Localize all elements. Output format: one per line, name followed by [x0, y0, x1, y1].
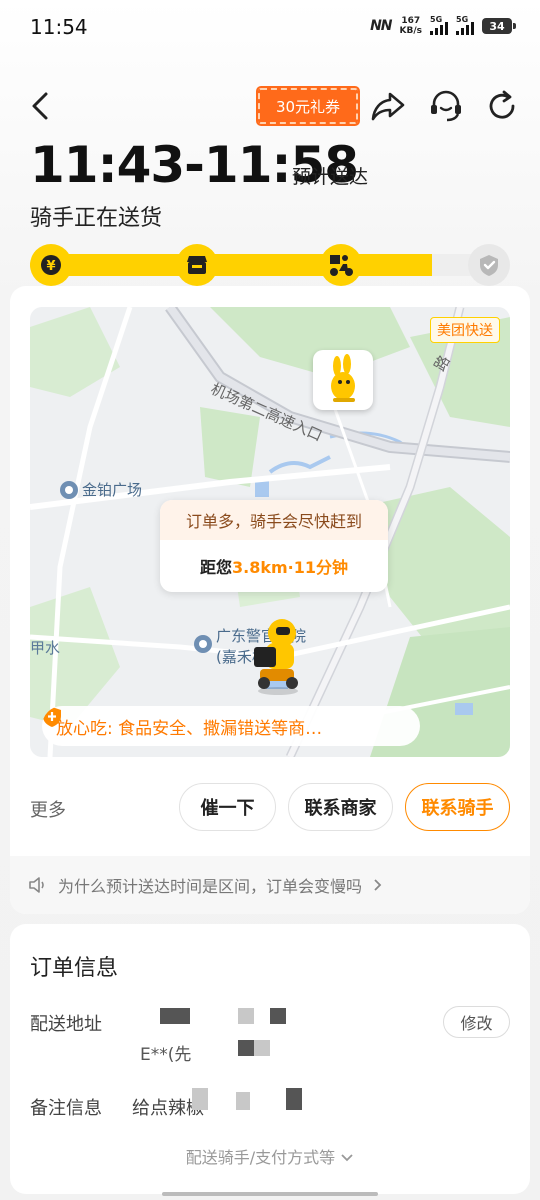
delivery-map[interactable]: 美团快送 机场第二高速入口 路 金铂广场 广东警官学院 (嘉禾校区) 甲水 订单…: [30, 307, 510, 757]
battery-icon: 34: [482, 18, 516, 34]
poi-jinbo[interactable]: 金铂广场: [60, 479, 142, 500]
rider-marker-icon[interactable]: [248, 613, 308, 695]
distance-info: 距您 3.8km·11分钟: [160, 540, 388, 592]
chevron-down-icon: [341, 1154, 353, 1162]
eta-label: 预计送达: [292, 166, 369, 188]
faq-banner[interactable]: 为什么预计送达时间是区间，订单会变慢吗: [10, 856, 530, 914]
coupon-button[interactable]: 30元礼券: [256, 86, 360, 126]
chevron-right-icon: [374, 879, 382, 891]
masked-address-block: [238, 1008, 254, 1024]
address-fragment: E**(先: [140, 1045, 192, 1065]
sim2-label: 5G: [456, 15, 469, 24]
rider-tip-bubble: 订单多，骑手会尽快赶到 距您 3.8km·11分钟: [160, 500, 388, 592]
delivered-icon: [468, 244, 510, 286]
signal-icon-2: 5G: [456, 15, 474, 35]
distance-prefix: 距您: [199, 558, 232, 577]
network-speed-value: 167: [401, 16, 421, 26]
home-indicator[interactable]: [162, 1192, 378, 1196]
network-speed-unit: KB/s: [399, 26, 422, 36]
masked-address-block: [254, 1040, 270, 1056]
masked-note-block: [236, 1092, 250, 1110]
share-icon[interactable]: [370, 88, 406, 124]
contact-rider-button[interactable]: 联系骑手: [405, 783, 510, 831]
masked-address-block: [160, 1008, 190, 1024]
progress-track: [30, 254, 508, 276]
urge-button[interactable]: 催一下: [179, 783, 276, 831]
place-label: 甲水: [30, 639, 61, 657]
poi-label: 金铂广场: [82, 481, 143, 499]
paid-icon: ¥: [30, 244, 72, 286]
expand-more-details[interactable]: 配送骑手/支付方式等: [0, 1144, 540, 1168]
shield-icon: [43, 707, 61, 727]
svg-text:¥: ¥: [46, 259, 55, 274]
safety-text: 放心吃: 食品安全、撒漏错送等商…: [56, 718, 323, 739]
signal-icon: 5G: [430, 15, 448, 35]
edit-address-button[interactable]: 修改: [443, 1006, 510, 1038]
kangaroo-icon: [331, 354, 355, 402]
expand-label: 配送骑手/支付方式等: [185, 1148, 336, 1167]
back-icon[interactable]: [26, 88, 56, 124]
masked-note-block: [286, 1088, 302, 1110]
map-brand-badge: 美团快送: [430, 317, 500, 343]
customer-service-icon[interactable]: [428, 88, 464, 124]
food-safety-banner[interactable]: 放心吃: 食品安全、撒漏错送等商…: [42, 706, 420, 746]
merchant-marker[interactable]: [313, 350, 373, 410]
masked-address-block: [270, 1008, 286, 1024]
faq-text: 为什么预计送达时间是区间，订单会变慢吗: [58, 877, 363, 896]
network-speed: 167 KB/s: [400, 16, 422, 36]
nfc-icon: 𝙉𝙉: [370, 18, 392, 34]
contact-merchant-button[interactable]: 联系商家: [288, 783, 393, 831]
status-bar: 11:54 𝙉𝙉 167 KB/s 5G 5G 34: [0, 0, 540, 56]
more-link[interactable]: 更多: [30, 796, 66, 822]
note-label: 备注信息: [30, 1098, 102, 1119]
masked-address-block: [238, 1040, 254, 1056]
location-pin-icon: [60, 480, 78, 499]
sim1-label: 5G: [430, 15, 443, 24]
delivery-status: 骑手正在送货: [30, 206, 163, 231]
order-info-title: 订单信息: [30, 956, 119, 981]
tip-message: 订单多，骑手会尽快赶到: [160, 500, 388, 540]
distance-value: 3.8km·11分钟: [232, 558, 349, 577]
status-time: 11:54: [30, 15, 88, 39]
school-pin-icon: [194, 635, 212, 653]
progress-fill: [30, 254, 432, 276]
rider-icon: [320, 244, 362, 286]
refresh-icon[interactable]: [484, 88, 520, 124]
merchant-icon: [176, 244, 218, 286]
speaker-icon: [29, 877, 44, 893]
address-label: 配送地址: [30, 1014, 102, 1035]
status-icons: 𝙉𝙉 167 KB/s 5G 5G 34: [370, 15, 516, 36]
masked-note-block: [192, 1088, 208, 1110]
